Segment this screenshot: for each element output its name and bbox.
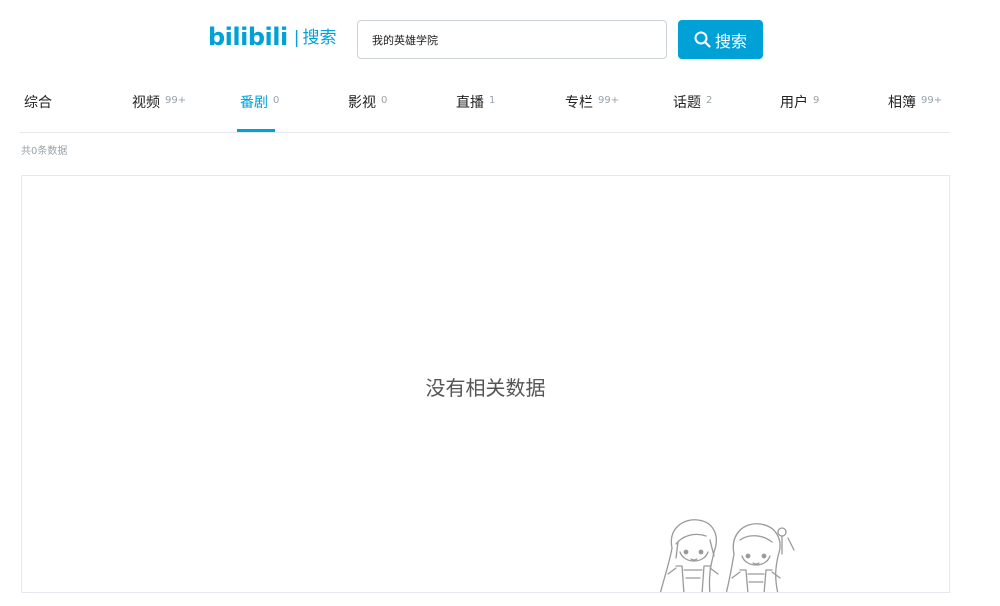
search-box	[357, 20, 667, 59]
tab-label: 影视	[348, 95, 376, 111]
search-type-tabs: 综合 视频 99+ 番剧 0 影视 0 直播 1 专栏 99+ 话题 2 用户 …	[20, 92, 950, 133]
tab-count: 0	[273, 95, 280, 106]
tab-label: 视频	[132, 95, 160, 111]
results-panel: 没有相关数据	[21, 175, 950, 593]
logo-subtitle: 搜索	[302, 28, 337, 48]
tab-film[interactable]: 影视 0	[348, 92, 387, 132]
tab-topic[interactable]: 话题 2	[673, 92, 712, 132]
tab-label: 用户	[780, 95, 808, 111]
tab-user[interactable]: 用户 9	[780, 92, 819, 132]
tab-count: 99+	[921, 95, 943, 106]
tab-bangumi[interactable]: 番剧 0	[240, 92, 279, 132]
tab-article[interactable]: 专栏 99+	[565, 92, 619, 132]
tab-video[interactable]: 视频 99+	[132, 92, 186, 132]
active-tab-indicator	[237, 129, 275, 132]
empty-state-message: 没有相关数据	[425, 376, 546, 400]
result-count: 共0条数据	[21, 146, 68, 157]
logo-separator: |	[293, 28, 300, 48]
tab-all[interactable]: 综合	[24, 92, 52, 132]
tab-count: 0	[381, 95, 388, 106]
search-button-label: 搜索	[714, 31, 747, 51]
tab-count: 99+	[598, 95, 620, 106]
tab-live[interactable]: 直播 1	[456, 92, 495, 132]
tab-label: 番剧	[240, 95, 268, 111]
tab-label: 话题	[673, 95, 701, 111]
tab-count: 2	[706, 95, 713, 106]
search-page: bilibili | 搜索 搜索 综合 视频 99+ 番剧 0 影视	[0, 0, 1000, 606]
tab-album[interactable]: 相簿 99+	[888, 92, 942, 132]
tab-count: 1	[489, 95, 496, 106]
mascot-illustration-icon	[659, 519, 795, 592]
logo-wordmark: bilibili	[208, 23, 288, 51]
search-input[interactable]	[358, 21, 666, 58]
tab-count: 9	[813, 95, 820, 106]
tab-label: 综合	[24, 95, 52, 111]
search-button[interactable]: 搜索	[678, 20, 763, 59]
search-header: bilibili | 搜索 搜索	[0, 0, 1000, 80]
tab-label: 直播	[456, 95, 484, 111]
tab-label: 专栏	[565, 95, 593, 111]
tab-label: 相簿	[888, 95, 916, 111]
search-icon	[694, 31, 711, 48]
bilibili-logo[interactable]: bilibili | 搜索	[208, 25, 336, 49]
tab-count: 99+	[165, 95, 187, 106]
